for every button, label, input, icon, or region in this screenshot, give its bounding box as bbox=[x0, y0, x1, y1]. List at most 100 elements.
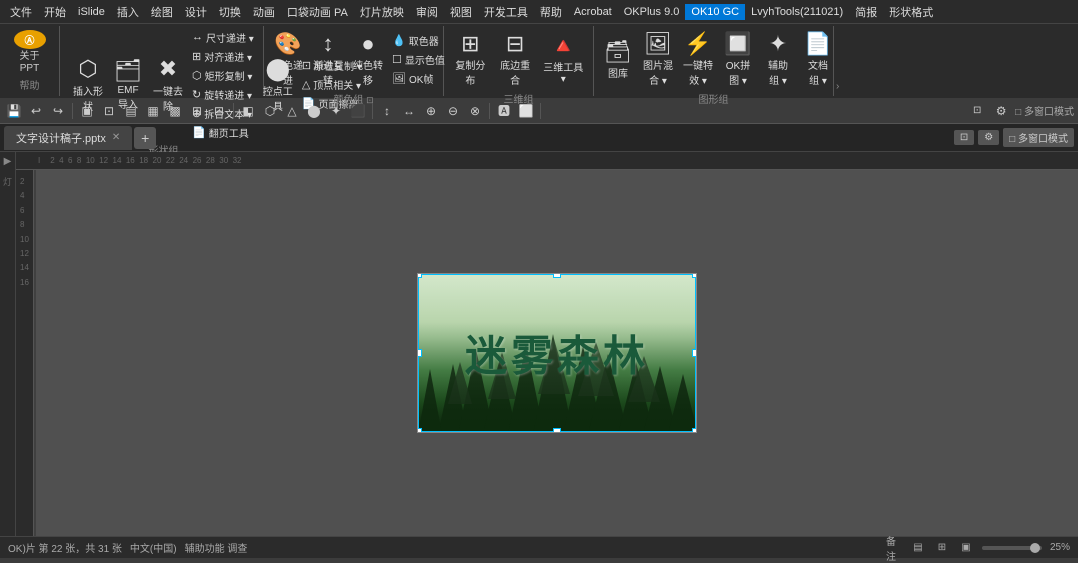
file-tab-active[interactable]: 文字设计稿子.pptx ✕ bbox=[4, 126, 132, 150]
menu-lvyh[interactable]: LvyhTools(211021) bbox=[745, 4, 849, 20]
show-color-button[interactable]: ☐显示色值 bbox=[388, 50, 449, 68]
new-tab-button[interactable]: + bbox=[134, 127, 156, 149]
solid-transfer-button[interactable]: ● 纯色转移 bbox=[348, 28, 388, 90]
one-key-effect-button[interactable]: ⚡ 一键特效 ▾ bbox=[678, 28, 718, 90]
color-picker-button[interactable]: 💧取色器 bbox=[388, 31, 449, 49]
ok-frame-label: OK帧 bbox=[409, 71, 433, 86]
tab-close-icon[interactable]: ✕ bbox=[112, 132, 120, 143]
three-d-tool-button[interactable]: 🔺 三维工具 ▾ bbox=[537, 28, 589, 90]
accessibility-link[interactable]: 辅助功能 调查 bbox=[185, 540, 248, 555]
about-ppt-button[interactable]: Ⓐ 关于PPT 帮助 bbox=[0, 26, 60, 96]
tb-b2[interactable]: ⊡ bbox=[99, 101, 119, 121]
selection-border bbox=[418, 274, 696, 432]
align-step-button[interactable]: ⊞对齐递进 ▾ bbox=[188, 47, 258, 65]
menu-start[interactable]: 开始 bbox=[38, 2, 72, 22]
tb-b8[interactable]: ◧ bbox=[238, 101, 258, 121]
expand-icon[interactable]: › bbox=[836, 81, 839, 92]
handle-bot-left[interactable] bbox=[417, 428, 422, 433]
menu-insert[interactable]: 插入 bbox=[111, 2, 145, 22]
doc-group-button[interactable]: 📄 文档组 ▾ bbox=[798, 28, 838, 90]
ok-frame-button[interactable]: 🖼OK帧 bbox=[388, 69, 449, 87]
notes-label: 备注 bbox=[886, 533, 902, 563]
ribbon-expand[interactable]: › bbox=[834, 26, 841, 96]
tb-redo[interactable]: ↪ bbox=[48, 101, 68, 121]
tb-b6[interactable]: ⊞ bbox=[187, 101, 207, 121]
tb-b14[interactable]: ↕ bbox=[377, 101, 397, 121]
tb-b19[interactable]: 🅰 bbox=[494, 101, 514, 121]
tb-b1[interactable]: ▣ bbox=[77, 101, 97, 121]
handle-top-center[interactable] bbox=[553, 273, 561, 278]
size-step-button[interactable]: ↔尺寸递进 ▾ bbox=[188, 28, 258, 46]
image-group-label: 图形组 bbox=[598, 90, 829, 107]
menu-design[interactable]: 设计 bbox=[179, 2, 213, 22]
tb-save[interactable]: 💾 bbox=[4, 101, 24, 121]
page-tool-button[interactable]: 📄翻页工具 bbox=[188, 123, 258, 141]
tb-b11[interactable]: ⬤ bbox=[304, 101, 324, 121]
tab-settings-button[interactable]: ⚙ bbox=[978, 130, 999, 145]
handle-top-right[interactable] bbox=[692, 273, 697, 278]
menu-ok10gc[interactable]: OK10 GC bbox=[685, 4, 745, 20]
tb-b4[interactable]: ▦ bbox=[143, 101, 163, 121]
tb-zoom-fit[interactable]: ⊡ bbox=[967, 101, 987, 121]
lang-indicator: 中文(中国) bbox=[130, 540, 177, 555]
menu-switch[interactable]: 切换 bbox=[213, 2, 247, 22]
status-normal-view[interactable]: ▤ bbox=[910, 540, 926, 556]
zoom-fit-button[interactable]: ⊡ bbox=[954, 130, 974, 145]
menu-report[interactable]: 简报 bbox=[849, 2, 883, 22]
menu-slideshow[interactable]: 灯片放映 bbox=[354, 2, 410, 22]
copy-dist-button[interactable]: ⊞ 复制分布 bbox=[448, 28, 493, 90]
library-button[interactable]: 🗃 图库 bbox=[598, 28, 638, 90]
menu-help[interactable]: 帮助 bbox=[534, 2, 568, 22]
status-notes-icon[interactable]: 备注 bbox=[886, 540, 902, 556]
menu-okplus[interactable]: OKPlus 9.0 bbox=[618, 4, 686, 20]
assist-group-button[interactable]: ✦ 辅助组 ▾ bbox=[758, 28, 798, 90]
zoom-thumb[interactable] bbox=[1030, 543, 1040, 553]
menu-file[interactable]: 文件 bbox=[4, 2, 38, 22]
tb-b5[interactable]: ▩ bbox=[165, 101, 185, 121]
menu-pa[interactable]: 口袋动画 PA bbox=[281, 2, 354, 22]
tb-b20[interactable]: ⬜ bbox=[516, 101, 536, 121]
solid-step-button[interactable]: 🎨 纯色递进 bbox=[268, 28, 308, 90]
menu-islide[interactable]: iSlide bbox=[72, 4, 111, 20]
handle-mid-left[interactable] bbox=[417, 349, 422, 357]
tb-b12[interactable]: ✦ bbox=[326, 101, 346, 121]
tb-b3[interactable]: ▤ bbox=[121, 101, 141, 121]
emf-import-button[interactable]: 🗂 EMF导入 bbox=[108, 28, 148, 141]
menu-review[interactable]: 审阅 bbox=[410, 2, 444, 22]
left-panel-toggle[interactable]: ▶ bbox=[2, 156, 13, 167]
tb-b17[interactable]: ⊖ bbox=[443, 101, 463, 121]
menu-shape-format[interactable]: 形状格式 bbox=[883, 2, 939, 22]
tb-b7[interactable]: ⊟ bbox=[209, 101, 229, 121]
handle-top-left[interactable] bbox=[417, 273, 422, 278]
shape-group-content: ⬡ 插入形状 🗂 EMF导入 ✖ 一键去除 ↔尺寸递进 ▾ ⊞对齐递进 ▾ ⬡矩… bbox=[68, 28, 259, 141]
ok-puzzle-icon: 🔲 bbox=[724, 31, 751, 57]
handle-bot-center[interactable] bbox=[553, 428, 561, 433]
remove-button[interactable]: ✖ 一键去除 bbox=[148, 28, 188, 141]
tb-settings[interactable]: ⚙ bbox=[991, 101, 1011, 121]
insert-shape-button[interactable]: ⬡ 插入形状 bbox=[68, 28, 108, 141]
menu-view[interactable]: 视图 bbox=[444, 2, 478, 22]
menu-draw[interactable]: 绘图 bbox=[145, 2, 179, 22]
menu-animate[interactable]: 动画 bbox=[247, 2, 281, 22]
tb-b18[interactable]: ⊗ bbox=[465, 101, 485, 121]
tb-b16[interactable]: ⊕ bbox=[421, 101, 441, 121]
handle-bot-right[interactable] bbox=[692, 428, 697, 433]
multiwindow-button[interactable]: □ 多窗口模式 bbox=[1003, 128, 1074, 147]
rect-copy-button[interactable]: ⬡矩形复制 ▾ bbox=[188, 66, 258, 84]
tb-b10[interactable]: △ bbox=[282, 101, 302, 121]
status-reading-view[interactable]: ▣ bbox=[958, 540, 974, 556]
handle-mid-right[interactable] bbox=[692, 349, 697, 357]
grad-switch-button[interactable]: ↕ 渐进互转 bbox=[308, 28, 348, 90]
menu-acrobat[interactable]: Acrobat bbox=[568, 4, 618, 20]
tb-b13[interactable]: ⬛ bbox=[348, 101, 368, 121]
zoom-slider[interactable] bbox=[982, 546, 1042, 550]
tb-b15[interactable]: ↔ bbox=[399, 101, 419, 121]
bottom-align-button[interactable]: ⊟ 底边重合 bbox=[493, 28, 538, 90]
menu-dev[interactable]: 开发工具 bbox=[478, 2, 534, 22]
status-sorter-view[interactable]: ⊞ bbox=[934, 540, 950, 556]
tb-b9[interactable]: ⬡ bbox=[260, 101, 280, 121]
ok-puzzle-button[interactable]: 🔲 OK拼图 ▾ bbox=[718, 28, 758, 90]
img-blend-button[interactable]: 🖼 图片混合 ▾ bbox=[638, 28, 678, 90]
tb-undo[interactable]: ↩ bbox=[26, 101, 46, 121]
slide[interactable]: 迷雾森林 bbox=[417, 273, 697, 433]
